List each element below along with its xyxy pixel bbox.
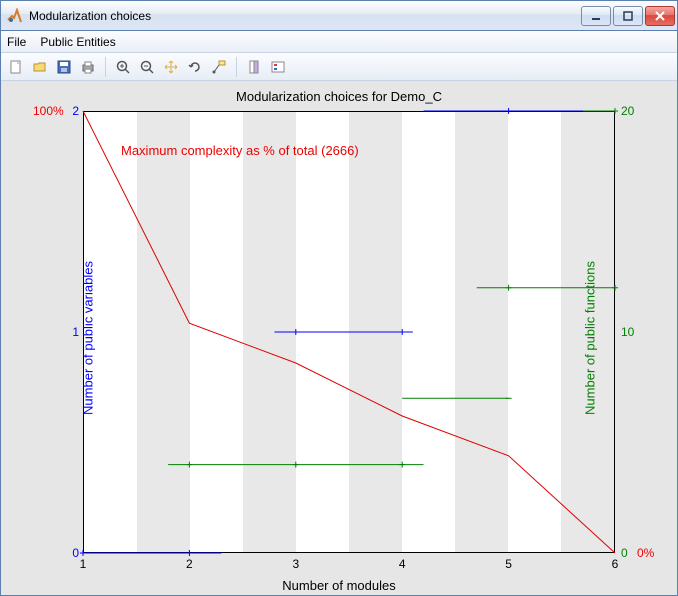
save-icon[interactable] — [53, 56, 75, 78]
matlab-icon — [7, 8, 23, 24]
app-window: Modularization choices File Public Entit… — [0, 0, 678, 596]
menu-file[interactable]: File — [7, 35, 26, 49]
annotation-complexity: Maximum complexity as % of total (2666) — [121, 143, 359, 158]
x-tick: 5 — [505, 557, 512, 571]
yr-tick: 20 — [621, 104, 634, 118]
x-tick: 4 — [399, 557, 406, 571]
chart-title: Modularization choices for Demo_C — [1, 89, 677, 104]
red-tick-bot: 0% — [637, 546, 654, 560]
pan-icon[interactable] — [160, 56, 182, 78]
toolbar — [1, 53, 677, 81]
window-controls — [581, 6, 675, 26]
open-icon[interactable] — [29, 56, 51, 78]
x-tick: 1 — [80, 557, 87, 571]
close-button[interactable] — [645, 6, 675, 26]
chart-area: Modularization choices for Demo_C — [1, 81, 677, 595]
window-title: Modularization choices — [29, 9, 581, 23]
titlebar: Modularization choices — [1, 1, 677, 31]
red-tick-top: 100% — [33, 104, 64, 118]
x-tick: 2 — [186, 557, 193, 571]
x-tick: 6 — [612, 557, 619, 571]
menu-public-entities[interactable]: Public Entities — [40, 35, 115, 49]
legend-icon[interactable] — [267, 56, 289, 78]
new-file-icon[interactable] — [5, 56, 27, 78]
plot-overlay — [83, 111, 615, 553]
link-icon[interactable] — [243, 56, 265, 78]
minimize-button[interactable] — [581, 6, 611, 26]
data-cursor-icon[interactable] — [208, 56, 230, 78]
rotate-icon[interactable] — [184, 56, 206, 78]
zoom-out-icon[interactable] — [136, 56, 158, 78]
series-public-vars — [80, 108, 618, 556]
x-tick: 3 — [292, 557, 299, 571]
menubar: File Public Entities — [1, 31, 677, 53]
toolbar-separator — [105, 57, 106, 77]
print-icon[interactable] — [77, 56, 99, 78]
yl-tick: 1 — [59, 325, 79, 339]
zoom-in-icon[interactable] — [112, 56, 134, 78]
y-right-axis-label: Number of public functions — [583, 261, 598, 415]
y-left-axis-label: Number of public variables — [80, 261, 95, 415]
yl-tick: 0 — [59, 546, 79, 560]
x-axis-label: Number of modules — [1, 578, 677, 593]
maximize-button[interactable] — [613, 6, 643, 26]
yr-tick: 0 — [621, 546, 628, 560]
yr-tick: 10 — [621, 325, 634, 339]
toolbar-separator — [236, 57, 237, 77]
series-public-funcs — [168, 108, 618, 468]
